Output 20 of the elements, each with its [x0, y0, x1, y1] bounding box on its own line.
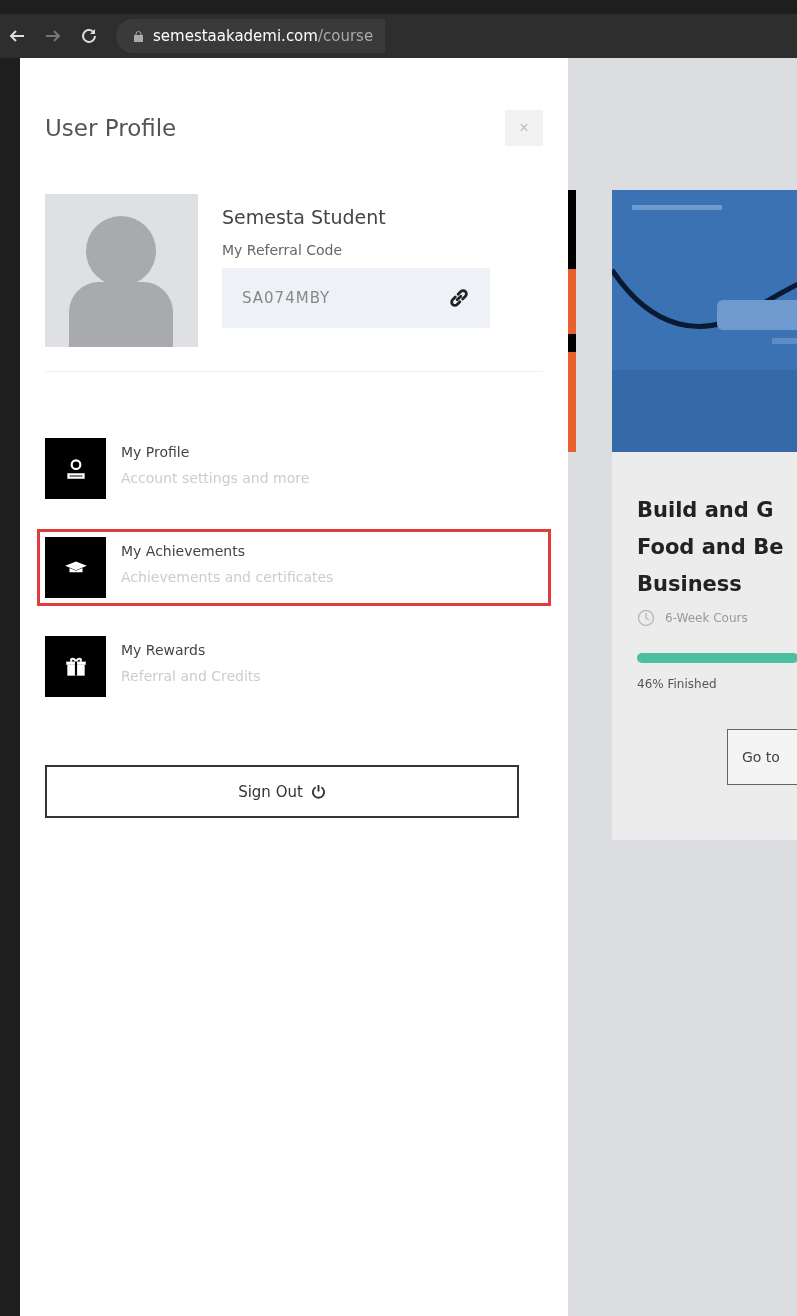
avatar-icon	[45, 194, 198, 347]
user-name: Semesta Student	[222, 206, 387, 228]
reload-icon[interactable]	[80, 27, 98, 45]
clock-icon	[637, 609, 655, 627]
progress-text: 46% Finished	[637, 677, 718, 691]
menu-item-title: My Rewards	[121, 642, 207, 658]
referral-label: My Referral Code	[222, 242, 344, 258]
course-title: Food and Be	[637, 534, 785, 561]
go-to-course-button[interactable]: Go to	[727, 729, 797, 785]
course-duration: 6-Week Cours	[665, 611, 748, 625]
course-title: Build and G	[637, 497, 775, 524]
link-icon[interactable]	[448, 287, 470, 309]
course-title: Business	[637, 571, 743, 598]
address-bar[interactable]: semestaakademi.com/course	[116, 19, 386, 53]
referral-code-field: SA074MBY	[222, 268, 490, 328]
panel-title: User Profile	[45, 115, 177, 141]
menu-item-title: My Profile	[121, 444, 191, 460]
power-icon	[310, 784, 326, 799]
sign-out-button[interactable]: Sign Out	[45, 765, 519, 818]
menu-item-title: My Achievements	[121, 543, 247, 559]
